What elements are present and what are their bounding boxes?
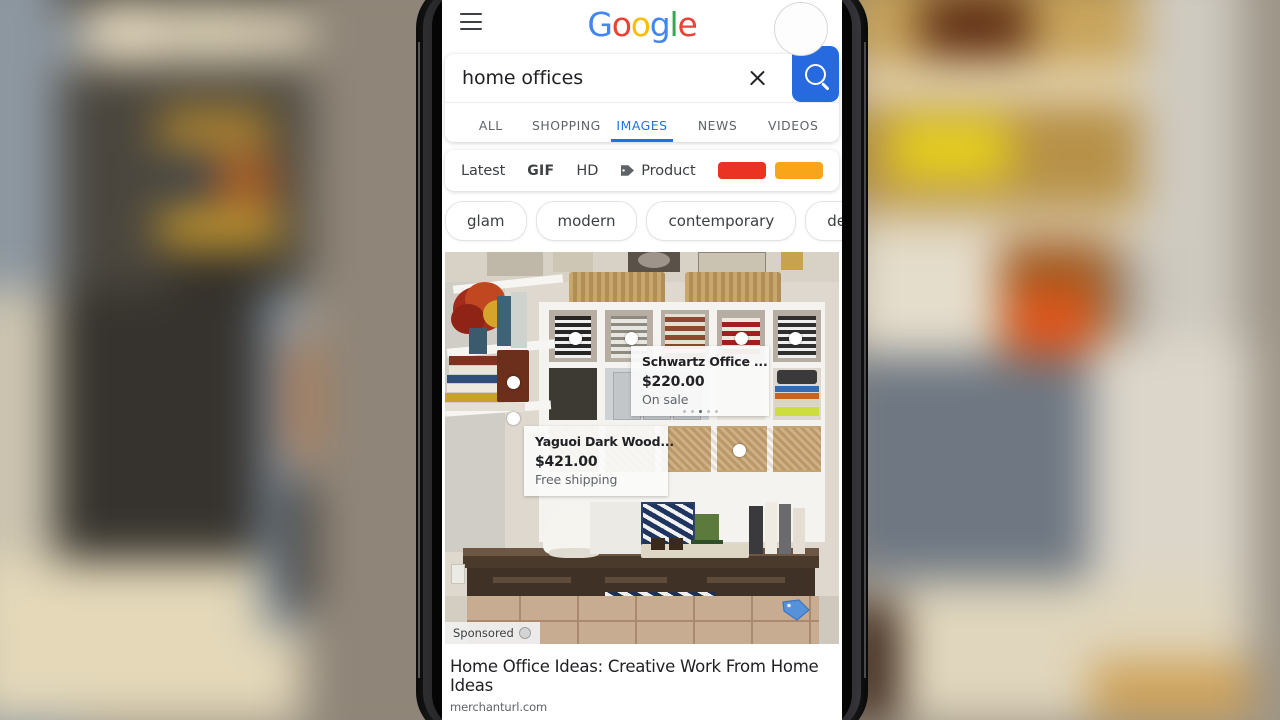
sponsored-badge[interactable]: Sponsored bbox=[445, 622, 540, 644]
avatar[interactable] bbox=[774, 2, 828, 56]
color-swatch-red[interactable] bbox=[717, 162, 766, 179]
carousel-dot[interactable] bbox=[690, 410, 694, 413]
tab-all[interactable]: ALL bbox=[453, 118, 529, 142]
price-tag-icon[interactable] bbox=[781, 598, 811, 622]
chip-modern[interactable]: modern bbox=[535, 201, 638, 241]
color-swatch-orange[interactable] bbox=[774, 162, 823, 179]
search-input[interactable]: home offices bbox=[462, 67, 583, 89]
result-image[interactable]: Schwartz Office ... $220.00 On sale Yagu… bbox=[445, 252, 839, 644]
filter-product[interactable]: Product bbox=[620, 162, 696, 179]
carousel-dot[interactable] bbox=[706, 410, 710, 413]
product-meta: Free shipping bbox=[535, 472, 618, 487]
bezel-highlight-right bbox=[864, 42, 866, 678]
sponsored-label: Sponsored bbox=[453, 626, 514, 640]
search-icon bbox=[805, 63, 826, 85]
product-card-schwartz[interactable]: Schwartz Office ... $220.00 On sale bbox=[631, 346, 769, 416]
logo-letter-o1: o bbox=[611, 5, 632, 44]
product-meta: On sale bbox=[642, 392, 689, 407]
filter-product-label: Product bbox=[641, 162, 696, 179]
search-card: home offices ALL SHOPPING IMAGES NEWS VI… bbox=[445, 46, 839, 142]
product-hotspot-5[interactable] bbox=[507, 376, 520, 389]
filter-gif[interactable]: GIF bbox=[527, 163, 554, 179]
product-card-dots bbox=[631, 410, 769, 413]
product-price: $421.00 bbox=[535, 454, 598, 470]
product-card-yaguoi[interactable]: Yaguoi Dark Wood... $421.00 Free shippin… bbox=[524, 426, 674, 496]
screenshot-stage: Google home offices ALL SHOPPING IMAGES bbox=[0, 0, 1280, 720]
info-icon[interactable] bbox=[518, 627, 531, 639]
phone-device-frame: Google home offices ALL SHOPPING IMAGES bbox=[416, 0, 868, 720]
chip-decor[interactable]: decor bbox=[805, 201, 842, 241]
product-name: Schwartz Office ... bbox=[642, 354, 768, 369]
logo-letter-G: G bbox=[587, 5, 613, 44]
chip-glam[interactable]: glam bbox=[445, 201, 527, 241]
carousel-dot[interactable] bbox=[682, 410, 686, 413]
product-hotspot-7[interactable] bbox=[733, 444, 746, 457]
product-hotspot-4[interactable] bbox=[789, 332, 802, 345]
carousel-dot[interactable] bbox=[714, 410, 718, 413]
search-tabs: ALL SHOPPING IMAGES NEWS VIDEOS bbox=[445, 103, 839, 142]
logo-letter-e: e bbox=[677, 5, 697, 44]
tab-shopping[interactable]: SHOPPING bbox=[529, 118, 605, 142]
bezel-highlight-left bbox=[418, 42, 420, 678]
close-icon[interactable] bbox=[747, 68, 767, 88]
product-price: $220.00 bbox=[642, 374, 705, 390]
result-url: merchanturl.com bbox=[450, 700, 548, 714]
logo-letter-g: g bbox=[649, 5, 671, 44]
phone-screen: Google home offices ALL SHOPPING IMAGES bbox=[442, 0, 842, 720]
app-top-bar: Google bbox=[442, 0, 842, 56]
product-hotspot-6[interactable] bbox=[507, 412, 520, 425]
carousel-dot-active[interactable] bbox=[698, 410, 702, 413]
result-text-block: Home Office Ideas: Creative Work From Ho… bbox=[442, 644, 842, 714]
logo-letter-o2: o bbox=[630, 5, 651, 44]
result-title[interactable]: Home Office Ideas: Creative Work From Ho… bbox=[450, 657, 834, 695]
filter-latest[interactable]: Latest bbox=[461, 163, 505, 179]
tag-icon bbox=[620, 164, 635, 177]
tab-news[interactable]: NEWS bbox=[680, 118, 756, 142]
product-hotspot-3[interactable] bbox=[735, 332, 748, 345]
tab-images[interactable]: IMAGES bbox=[604, 118, 680, 142]
search-row: home offices bbox=[445, 46, 839, 103]
chip-contemporary[interactable]: contemporary bbox=[646, 201, 797, 241]
filter-bar: Latest GIF HD Product bbox=[445, 150, 839, 191]
tab-videos[interactable]: VIDEOS bbox=[755, 118, 831, 142]
product-name: Yaguoi Dark Wood... bbox=[535, 434, 674, 449]
related-search-chips: glam modern contemporary decor bbox=[442, 191, 842, 252]
product-hotspot-2[interactable] bbox=[625, 332, 638, 345]
product-hotspot-1[interactable] bbox=[569, 332, 582, 345]
filter-hd[interactable]: HD bbox=[576, 163, 598, 179]
